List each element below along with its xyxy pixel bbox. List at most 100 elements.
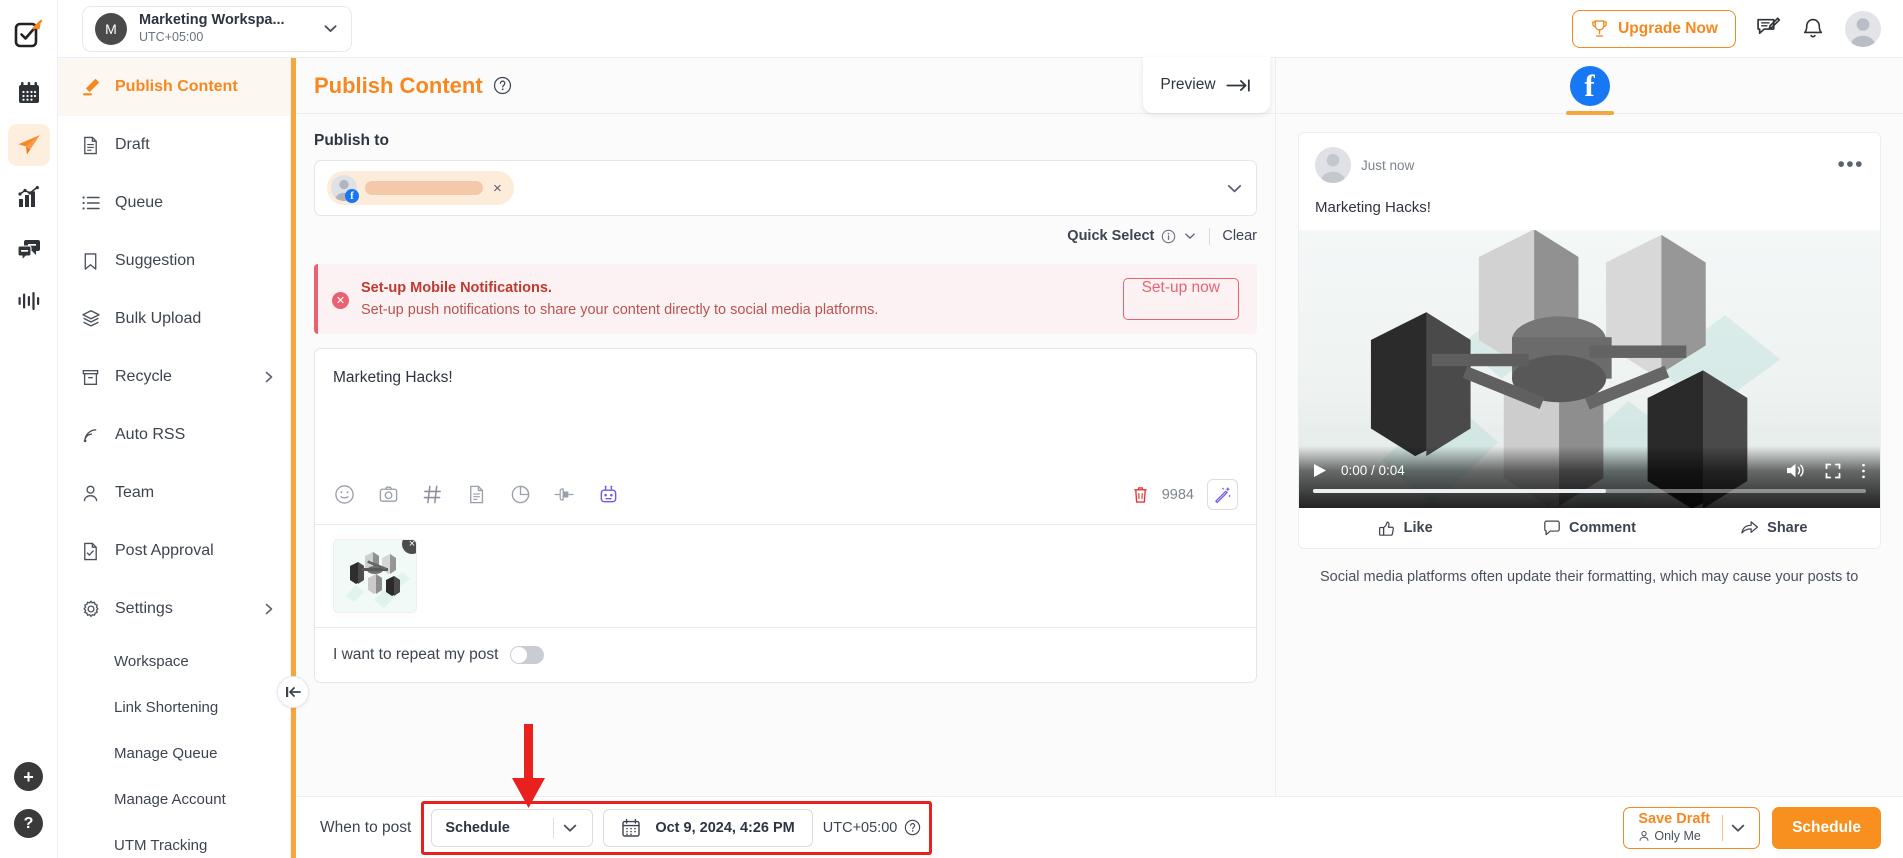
- schedule-button[interactable]: Schedule: [1772, 806, 1881, 849]
- chevron-down-icon[interactable]: [1225, 179, 1244, 198]
- post-text-input[interactable]: Marketing Hacks!: [315, 349, 1256, 469]
- trash-icon[interactable]: [1132, 485, 1149, 504]
- post-menu-button[interactable]: •••: [1837, 154, 1864, 174]
- share-button[interactable]: Share: [1682, 519, 1866, 537]
- volume-icon[interactable]: [1786, 462, 1805, 479]
- robot-icon[interactable]: [597, 484, 619, 506]
- preview-panel: Preview f Just now ••• Marketing Hacks!: [1143, 57, 1903, 796]
- layers-icon: [80, 309, 101, 330]
- sidebar-subitem-manage-account[interactable]: Manage Account: [58, 776, 290, 822]
- workspace-selector[interactable]: M Marketing Workspa... UTC+05:00: [82, 5, 352, 52]
- video-progress-bar[interactable]: [1313, 488, 1866, 493]
- publish-to-field[interactable]: f ×: [314, 160, 1257, 216]
- share-icon: [1740, 519, 1759, 537]
- help-circle-icon[interactable]: [493, 76, 512, 95]
- set-up-now-button[interactable]: Set-up now: [1122, 278, 1239, 320]
- sidebar-item-label: Team: [115, 484, 155, 501]
- alert-title: Set-up Mobile Notifications.: [361, 280, 552, 296]
- panel-body: Publish to f × Quick Select Clear ✕ Set-…: [296, 114, 1275, 858]
- sidebar-item-publish-content[interactable]: Publish Content: [58, 58, 290, 116]
- chevron-down-icon: [322, 20, 339, 37]
- post-header: Just now •••: [1299, 133, 1880, 191]
- rail-item-publish[interactable]: [7, 124, 50, 166]
- sidebar-collapse-button[interactable]: [277, 676, 309, 708]
- document-icon[interactable]: [465, 484, 487, 506]
- video-controls: 0:00 / 0:04: [1299, 446, 1880, 508]
- icon-rail: + ?: [0, 0, 58, 858]
- share-label: Share: [1767, 520, 1808, 536]
- top-bar: M Marketing Workspa... UTC+05:00 Upgrade…: [58, 0, 1903, 58]
- sidebar-item-suggestion[interactable]: Suggestion: [58, 232, 290, 290]
- add-button[interactable]: +: [14, 762, 43, 791]
- rail-item-listening[interactable]: [8, 280, 50, 322]
- app-logo[interactable]: [9, 12, 49, 56]
- compose-icon[interactable]: [1756, 16, 1781, 41]
- quick-select-button[interactable]: Quick Select: [1067, 228, 1197, 244]
- comment-button[interactable]: Comment: [1497, 519, 1681, 537]
- sidebar-item-settings[interactable]: Settings: [58, 580, 290, 638]
- camera-icon[interactable]: [377, 484, 399, 506]
- preview-tab-button[interactable]: Preview: [1143, 57, 1270, 113]
- sidebar-item-team[interactable]: Team: [58, 464, 290, 522]
- sidebar-item-bulk-upload[interactable]: Bulk Upload: [58, 290, 290, 348]
- magic-wand-icon[interactable]: [1207, 479, 1238, 510]
- sidebar-subitem-utm-tracking[interactable]: UTM Tracking: [58, 822, 290, 858]
- publish-to-label: Publish to: [314, 132, 389, 149]
- repeat-post-row: I want to repeat my post: [315, 627, 1256, 682]
- facebook-post-preview: Just now ••• Marketing Hacks! 0:00 / 0:0…: [1298, 132, 1881, 549]
- calendar-icon: [17, 81, 41, 105]
- save-draft-text: Save Draft Only Me: [1638, 811, 1710, 844]
- hashtag-icon[interactable]: [421, 484, 443, 506]
- footer-bar: When to post Schedule Oct 9, 2024, 4:26 …: [296, 796, 1903, 858]
- plug-icon[interactable]: [553, 484, 575, 506]
- sidebar-subitem-workspace[interactable]: Workspace: [58, 638, 290, 684]
- person-icon: [1638, 830, 1650, 842]
- bell-icon[interactable]: [1801, 17, 1825, 41]
- user-avatar[interactable]: [1845, 10, 1881, 47]
- remove-account-button[interactable]: ×: [491, 180, 504, 197]
- sidebar-subitem-manage-queue[interactable]: Manage Queue: [58, 730, 290, 776]
- sidebar-item-queue[interactable]: Queue: [58, 174, 290, 232]
- sidebar-item-auto-rss[interactable]: Auto RSS: [58, 406, 290, 464]
- person-icon: [80, 483, 101, 504]
- post-video-player[interactable]: 0:00 / 0:04: [1299, 230, 1880, 508]
- sidebar-item-draft[interactable]: Draft: [58, 116, 290, 174]
- sidebar: Publish Content Draft Queue Suggestion B…: [58, 58, 291, 858]
- inbox-icon: [16, 237, 41, 261]
- rail-item-analytics[interactable]: [8, 176, 50, 218]
- upgrade-now-button[interactable]: Upgrade Now: [1572, 9, 1736, 48]
- chevron-down-icon[interactable]: [1729, 819, 1755, 837]
- repeat-post-toggle[interactable]: [510, 646, 545, 664]
- schedule-date-field[interactable]: Oct 9, 2024, 4:26 PM: [603, 808, 813, 847]
- sidebar-subitem-link-shortening[interactable]: Link Shortening: [58, 684, 290, 730]
- emoji-icon[interactable]: [333, 484, 355, 506]
- clear-button[interactable]: Clear: [1222, 228, 1257, 244]
- preview-platform-tabs: f: [1276, 58, 1903, 115]
- chart-icon[interactable]: [509, 484, 531, 506]
- alert-error-icon: ✕: [332, 291, 349, 309]
- quick-select-row: Quick Select Clear: [314, 218, 1257, 254]
- fullscreen-icon[interactable]: [1825, 463, 1841, 479]
- video-menu-icon[interactable]: [1861, 462, 1866, 480]
- play-icon[interactable]: [1313, 463, 1327, 478]
- help-button[interactable]: ?: [14, 809, 43, 838]
- sidebar-item-post-approval[interactable]: Post Approval: [58, 522, 290, 580]
- video-controls-right: [1786, 462, 1866, 480]
- save-draft-button[interactable]: Save Draft Only Me: [1623, 806, 1761, 849]
- document-icon: [80, 135, 101, 156]
- facebook-tab-icon[interactable]: f: [1569, 65, 1610, 106]
- like-button[interactable]: Like: [1313, 519, 1497, 537]
- help-circle-icon[interactable]: [904, 819, 921, 836]
- rail-item-calendar[interactable]: [8, 72, 50, 114]
- sidebar-item-label: Settings: [115, 600, 173, 617]
- character-count: 9984: [1161, 486, 1194, 503]
- schedule-mode-select[interactable]: Schedule: [431, 808, 594, 847]
- chevron-right-icon: [262, 602, 276, 616]
- rail-item-inbox[interactable]: [8, 228, 50, 270]
- media-thumbnail[interactable]: ×: [333, 539, 417, 613]
- bookmark-icon: [80, 251, 101, 272]
- workspace-name: Marketing Workspa...: [139, 12, 285, 29]
- sidebar-item-recycle[interactable]: Recycle: [58, 348, 290, 406]
- when-to-post-label: When to post: [320, 818, 412, 836]
- sidebar-item-label: Draft: [115, 136, 150, 153]
